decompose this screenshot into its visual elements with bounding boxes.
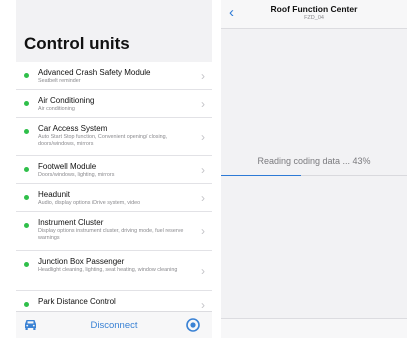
control-unit-name: Air Conditioning	[38, 96, 95, 105]
nav-bar: ‹ Roof Function Center FZD_04	[221, 0, 407, 29]
nav-title: Roof Function Center	[270, 4, 358, 14]
status-dot-icon	[24, 195, 29, 200]
page-title: Control units	[24, 34, 130, 53]
chevron-right-icon: ›	[201, 298, 205, 311]
tab-bar: Disconnect	[16, 311, 212, 338]
chevron-right-icon: ›	[201, 69, 205, 83]
roof-function-center-screen: ‹ Roof Function Center FZD_04 Reading co…	[221, 0, 407, 338]
reading-status-text: Reading coding data ... 43%	[257, 156, 371, 166]
status-dot-icon	[24, 302, 29, 307]
control-unit-list[interactable]: Advanced Crash Safety Module Seatbelt rem…	[16, 62, 212, 311]
chevron-right-icon: ›	[201, 224, 205, 238]
status-dot-icon	[24, 223, 29, 228]
control-unit-description: Auto Start Stop function, Convenient ope…	[38, 134, 168, 147]
list-item[interactable]: Instrument Cluster Display options instru…	[16, 212, 212, 251]
list-item[interactable]: Car Access System Auto Start Stop functio…	[16, 118, 212, 156]
control-unit-description: Audio, display options iDrive system, vi…	[38, 200, 141, 206]
status-dot-icon	[24, 262, 29, 267]
chevron-right-icon: ›	[201, 97, 205, 111]
list-item[interactable]: Advanced Crash Safety Module Seatbelt rem…	[16, 62, 212, 90]
list-item[interactable]: Junction Box Passenger Headlight cleaning…	[16, 251, 212, 291]
control-unit-description: Display options instrument cluster, driv…	[38, 228, 184, 241]
list-item[interactable]: Park Distance Control ›	[16, 291, 212, 311]
control-unit-name: Instrument Cluster	[38, 218, 104, 227]
progress-bar	[221, 175, 407, 176]
control-unit-name: Advanced Crash Safety Module	[38, 68, 151, 77]
disconnect-button[interactable]: Disconnect	[16, 320, 212, 331]
status-dot-icon	[24, 73, 29, 78]
bottom-bar	[221, 318, 407, 338]
list-item[interactable]: Headunit Audio, display options iDrive sy…	[16, 184, 212, 212]
chevron-right-icon: ›	[201, 264, 205, 278]
chevron-right-icon: ›	[201, 130, 205, 144]
list-item[interactable]: Air Conditioning Air conditioning ›	[16, 90, 212, 118]
progress-fill	[221, 175, 301, 176]
list-item[interactable]: Footwell Module Doors/windows, lighting, …	[16, 156, 212, 184]
status-dot-icon	[24, 167, 29, 172]
control-unit-name: Junction Box Passenger	[38, 257, 125, 266]
gear-icon[interactable]	[186, 318, 200, 332]
chevron-right-icon: ›	[201, 191, 205, 205]
chevron-right-icon: ›	[201, 163, 205, 177]
control-unit-name: Headunit	[38, 190, 71, 199]
status-dot-icon	[24, 101, 29, 106]
control-unit-name: Car Access System	[38, 124, 108, 133]
control-units-screen: Control units Advanced Crash Safety Modu…	[16, 0, 212, 338]
control-unit-name: Footwell Module	[38, 162, 97, 171]
status-dot-icon	[24, 129, 29, 134]
control-unit-name: Park Distance Control	[38, 297, 116, 306]
control-unit-description: Headlight cleaning, lighting, seat heati…	[38, 267, 178, 273]
control-unit-description: Doors/windows, lighting, mirrors	[38, 172, 115, 178]
control-unit-description: Air conditioning	[38, 106, 75, 112]
control-unit-description: Seatbelt reminder	[38, 78, 81, 84]
nav-subtitle: FZD_04	[304, 15, 324, 21]
